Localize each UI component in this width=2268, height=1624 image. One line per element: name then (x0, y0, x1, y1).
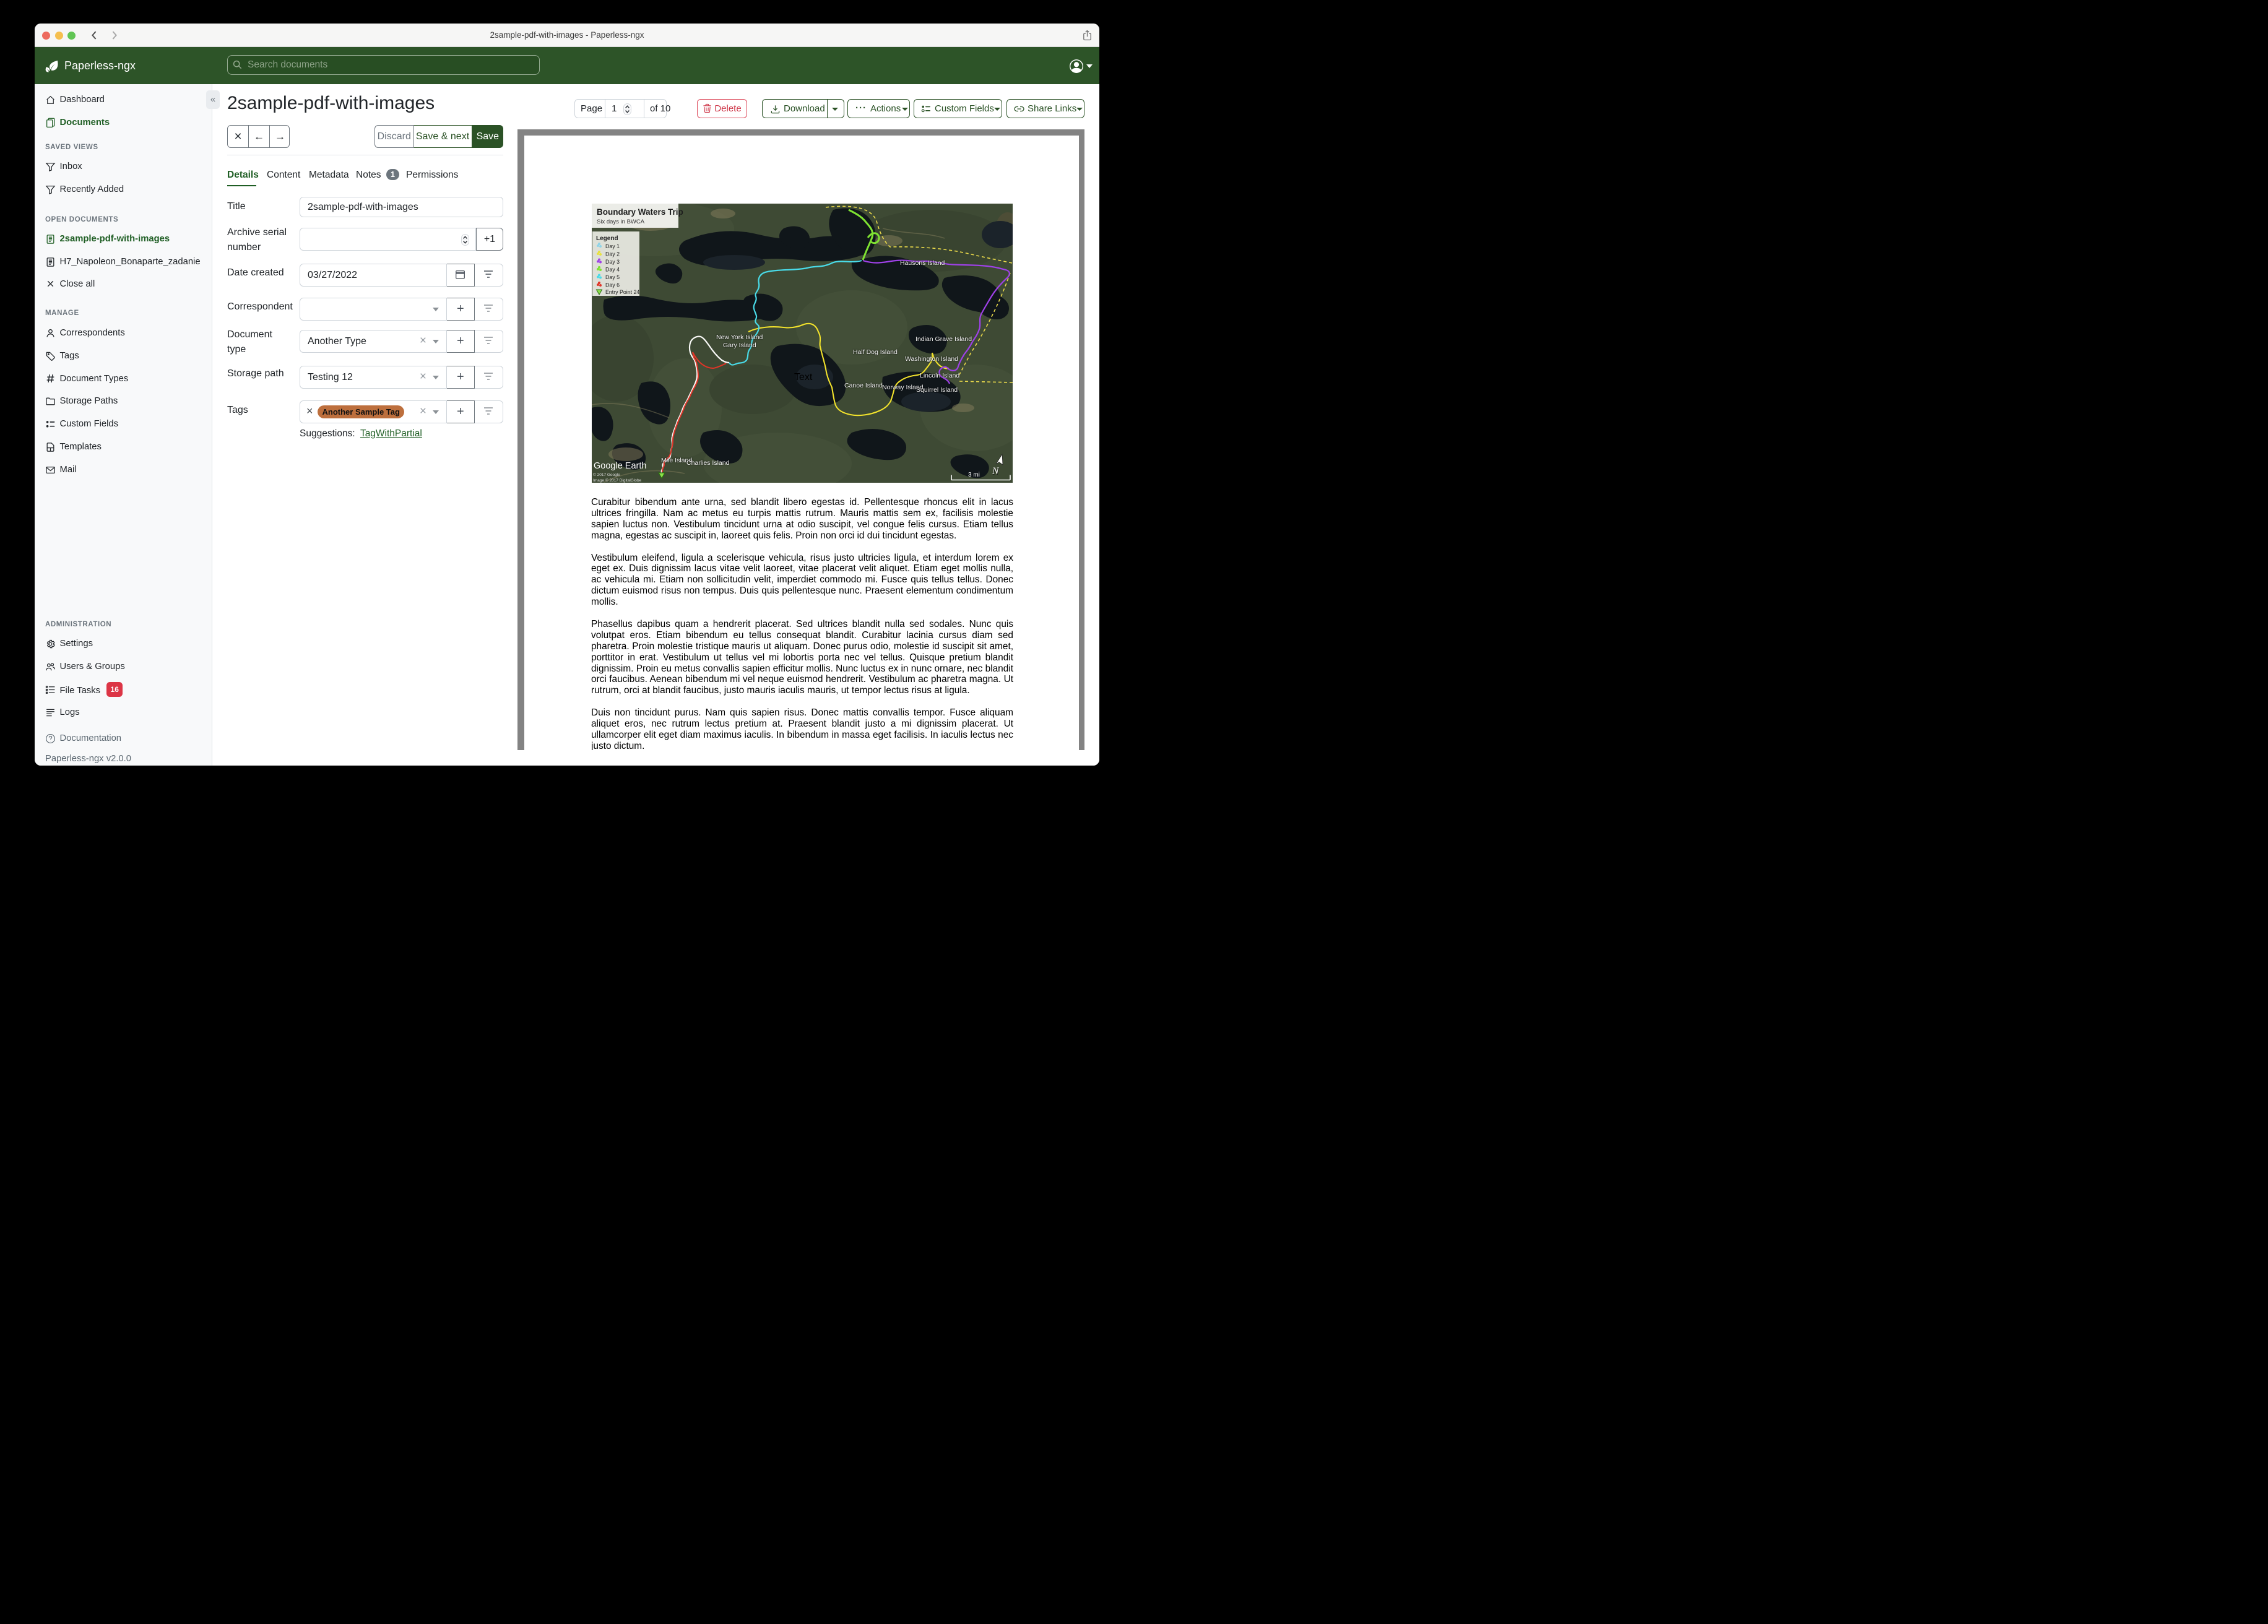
svg-text:N: N (992, 466, 1000, 477)
svg-text:Indian Grave Island: Indian Grave Island (915, 335, 972, 343)
svg-text:Day 5: Day 5 (605, 274, 620, 280)
svg-text:Legend: Legend (596, 235, 618, 242)
svg-text:Canoe Island: Canoe Island (844, 382, 883, 389)
svg-text:3 mi: 3 mi (968, 472, 980, 478)
svg-text:Gary Island: Gary Island (723, 342, 756, 349)
svg-text:Six days in BWCA: Six days in BWCA (597, 218, 645, 225)
svg-text:Squirrel Island: Squirrel Island (916, 386, 958, 394)
svg-text:Hausons Island: Hausons Island (900, 259, 945, 267)
svg-text:Day 3: Day 3 (605, 259, 620, 265)
svg-text:Image © 2017 DigitalGlobe: Image © 2017 DigitalGlobe (593, 478, 642, 483)
svg-text:Charlies Island: Charlies Island (686, 459, 730, 467)
svg-text:Day 6: Day 6 (605, 282, 620, 288)
svg-text:Text: Text (794, 372, 813, 382)
svg-text:Boundary Waters Trip: Boundary Waters Trip (597, 207, 683, 217)
svg-text:Day 2: Day 2 (605, 251, 620, 257)
svg-text:Half Dog Island: Half Dog Island (853, 348, 898, 356)
svg-text:Day 1: Day 1 (605, 243, 620, 249)
svg-text:Google Earth: Google Earth (594, 461, 646, 471)
svg-text:New York Island: New York Island (716, 334, 763, 341)
svg-text:Lincoln Island: Lincoln Island (920, 372, 959, 379)
svg-text:Washington Island: Washington Island (905, 355, 958, 363)
svg-text:Day 4: Day 4 (605, 267, 620, 273)
svg-text:© 2017 Google: © 2017 Google (593, 472, 620, 477)
svg-text:Entry Point 24: Entry Point 24 (605, 289, 639, 295)
